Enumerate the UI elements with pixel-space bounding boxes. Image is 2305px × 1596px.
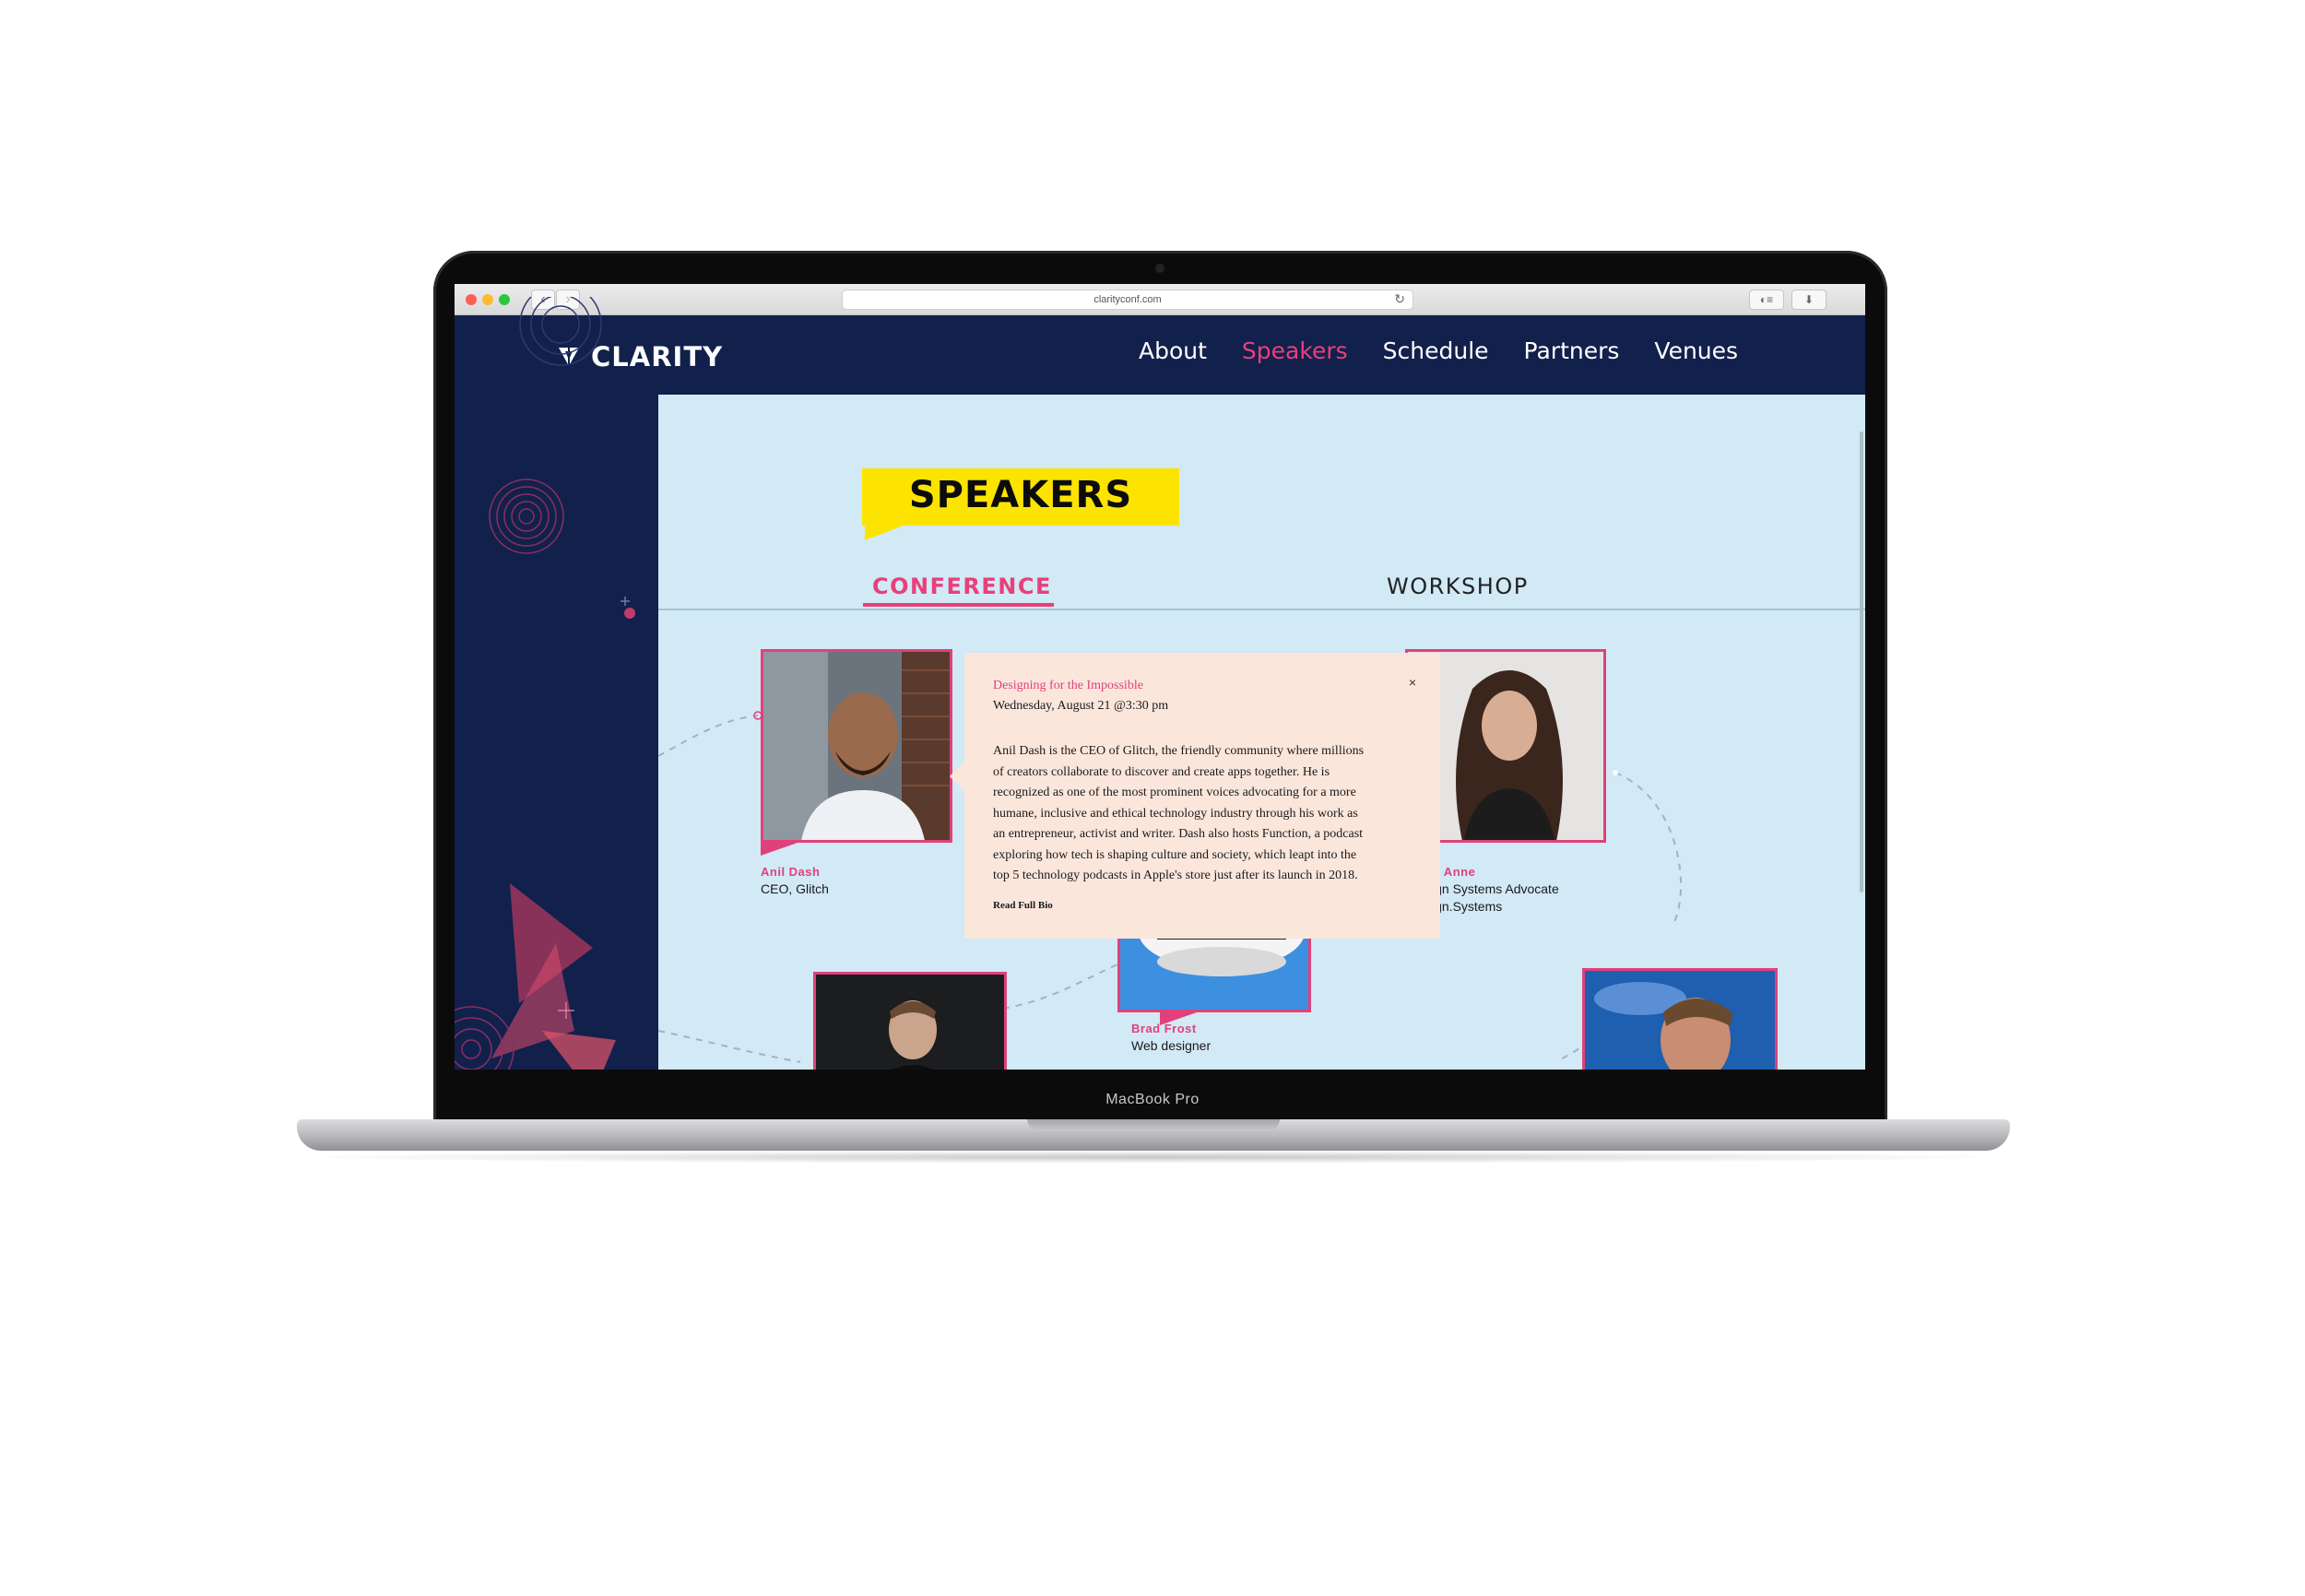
page-title: SPEAKERS [908, 474, 1133, 516]
photo-tail [761, 843, 798, 856]
active-tab-indicator [863, 603, 1054, 607]
speaker-portrait [816, 975, 1004, 1070]
camera-dot [1155, 264, 1164, 273]
laptop-shadow [277, 1151, 2028, 1164]
speaker-photo-5[interactable] [1582, 968, 1778, 1070]
speaker-portrait [1585, 971, 1775, 1070]
fullscreen-window-button[interactable] [499, 294, 510, 305]
device-label: MacBook Pro [1105, 1092, 1200, 1107]
speaker-name[interactable]: Brad Frost [1131, 1022, 1197, 1035]
screen: ‹ › clarityconf.com ↻ ◐≡ ⬇ CLARITY About… [455, 284, 1865, 1070]
main-content: SPEAKERS CONFERENCE WORKSHOP Anil Dash C… [658, 395, 1865, 1070]
title-badge-tail [865, 526, 904, 540]
speaker-bio: Anil Dash is the CEO of Glitch, the frie… [993, 741, 1417, 887]
popup-arrow [950, 762, 964, 791]
bio-line: humane, inclusive and ethical technology… [993, 806, 1358, 821]
laptop-base [297, 1119, 2010, 1151]
laptop-notch [1027, 1119, 1280, 1131]
decorative-circles [519, 297, 602, 366]
reload-icon[interactable]: ↻ [1394, 291, 1405, 307]
speaker-role: sign Systems Advocate [1425, 881, 1559, 896]
speaker-bio-popup: Designing for the Impossible Wednesday, … [964, 653, 1440, 939]
tab-workshop[interactable]: WORKSHOP [1387, 573, 1529, 599]
bio-line: top 5 technology podcasts in Apple's sto… [993, 869, 1358, 882]
read-full-bio-link[interactable]: Read Full Bio [993, 900, 1053, 911]
download-icon[interactable]: ⬇ [1791, 290, 1826, 310]
bio-line: exploring how tech is shaping culture an… [993, 847, 1357, 862]
url-text: clarityconf.com [1093, 294, 1162, 305]
nav-item-schedule[interactable]: Schedule [1383, 337, 1489, 364]
speaker-portrait [763, 652, 950, 840]
main-nav: About Speakers Schedule Partners Venues [1139, 337, 1773, 364]
tab-divider [658, 609, 1865, 610]
nav-item-about[interactable]: About [1139, 337, 1207, 364]
address-bar[interactable]: clarityconf.com ↻ [842, 290, 1413, 310]
nav-item-venues[interactable]: Venues [1654, 337, 1738, 364]
sidebar-decoration [455, 395, 658, 1070]
speaker-name[interactable]: Anil Dash [761, 865, 820, 879]
close-window-button[interactable] [466, 294, 477, 305]
browser-toolbar: ‹ › clarityconf.com ↻ ◐≡ ⬇ [455, 284, 1865, 315]
site-header: CLARITY About Speakers Schedule Partners… [455, 297, 1865, 395]
reader-icon[interactable]: ◐≡ [1749, 290, 1784, 310]
speaker-role: CEO, Glitch [761, 881, 829, 896]
close-icon[interactable]: × [1409, 675, 1416, 690]
page-title-badge: SPEAKERS [862, 468, 1179, 526]
speaker-role: Web designer [1131, 1038, 1212, 1053]
minimize-window-button[interactable] [482, 294, 493, 305]
bio-line: recognized as one of the most prominent … [993, 786, 1356, 799]
sidebar-art [455, 479, 635, 1070]
bio-line: of creators collaborate to discover and … [993, 764, 1330, 779]
nav-item-partners[interactable]: Partners [1524, 337, 1620, 364]
bio-line: an entrepreneur, activist and writer. Da… [993, 827, 1364, 841]
talk-datetime: Wednesday, August 21 @3:30 pm [993, 699, 1169, 713]
nav-item-speakers[interactable]: Speakers [1242, 337, 1348, 364]
talk-title: Designing for the Impossible [993, 679, 1143, 692]
speaker-photo-4[interactable] [813, 972, 1007, 1070]
bio-line: Anil Dash is the CEO of Glitch, the frie… [993, 744, 1365, 758]
speaker-photo-anil-dash[interactable] [761, 649, 952, 843]
tab-conference[interactable]: CONFERENCE [872, 573, 1052, 599]
